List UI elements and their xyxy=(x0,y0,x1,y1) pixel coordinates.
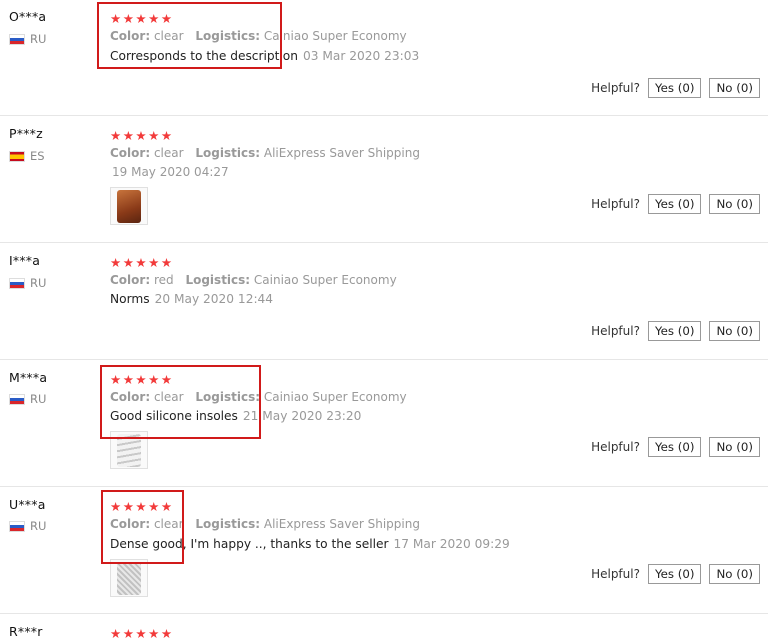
review-user-name: R***r xyxy=(9,624,43,639)
review-photo-image xyxy=(117,562,141,595)
review-body: Corresponds to the description xyxy=(110,49,298,63)
flag-ru-icon xyxy=(9,33,25,45)
review-date: 21 May 2020 23:20 xyxy=(242,409,362,423)
color-value: clear xyxy=(153,517,184,531)
review-body: Dense good, I'm happy .., thanks to the … xyxy=(110,537,389,551)
helpful-label: Helpful? xyxy=(591,197,640,211)
review-meta: Color: clear Logistics: Cainiao Super Ec… xyxy=(110,29,415,43)
helpful-no-button[interactable]: No (0) xyxy=(709,437,760,457)
color-label: Color: xyxy=(110,29,151,43)
star-rating: ★★★★★ xyxy=(110,11,174,26)
helpful-controls: Helpful? Yes (0) No (0) xyxy=(591,321,760,341)
review-date: 03 Mar 2020 23:03 xyxy=(302,49,420,63)
review-country: ES xyxy=(9,149,45,163)
color-value: red xyxy=(153,273,174,287)
review-meta: Color: clear Logistics: AliExpress Saver… xyxy=(110,146,428,160)
star-rating: ★★★★★ xyxy=(110,255,174,270)
review-user-name: M***a xyxy=(9,370,48,385)
review-meta: Color: clear Logistics: Cainiao Super Ec… xyxy=(110,390,415,404)
review-user-name: O***a xyxy=(9,9,47,24)
review-text: Norms 20 May 2020 12:44 xyxy=(110,292,273,306)
helpful-controls: Helpful? Yes (0) No (0) xyxy=(591,78,760,98)
review-meta: Color: clear Logistics: AliExpress Saver… xyxy=(110,517,428,531)
helpful-yes-button[interactable]: Yes (0) xyxy=(647,321,702,341)
star-rating: ★★★★★ xyxy=(110,499,174,514)
flag-ru-icon xyxy=(9,520,25,532)
star-rating: ★★★★★ xyxy=(110,626,174,641)
review-text: Corresponds to the description 03 Mar 202… xyxy=(110,49,419,63)
review-date: 17 Mar 2020 09:29 xyxy=(393,537,510,551)
logistics-value: AliExpress Saver Shipping xyxy=(263,146,420,160)
review-country: RU xyxy=(9,32,46,46)
star-rating: ★★★★★ xyxy=(110,128,174,143)
review-body: Norms xyxy=(110,292,150,306)
color-label: Color: xyxy=(110,146,151,160)
divider xyxy=(0,613,768,614)
review-date: 20 May 2020 12:44 xyxy=(154,292,274,306)
review-country: RU xyxy=(9,519,46,533)
review-photo-image xyxy=(117,434,141,467)
country-code: RU xyxy=(30,392,47,406)
color-value: clear xyxy=(153,29,184,43)
helpful-yes-button[interactable]: Yes (0) xyxy=(647,437,702,457)
divider xyxy=(0,242,768,243)
logistics-label: Logistics: xyxy=(195,390,261,404)
helpful-controls: Helpful? Yes (0) No (0) xyxy=(591,194,760,214)
divider xyxy=(0,115,768,116)
flag-es-icon xyxy=(9,150,25,162)
review-body: Good silicone insoles xyxy=(110,409,238,423)
color-value: clear xyxy=(153,146,184,160)
color-label: Color: xyxy=(110,390,151,404)
helpful-label: Helpful? xyxy=(591,324,640,338)
helpful-no-button[interactable]: No (0) xyxy=(709,564,760,584)
country-code: RU xyxy=(30,519,47,533)
color-value: clear xyxy=(153,390,184,404)
review-date: 19 May 2020 04:27 xyxy=(112,165,229,179)
review-meta: Color: red Logistics: Cainiao Super Econ… xyxy=(110,273,405,287)
review-photo-thumbnail[interactable] xyxy=(110,187,148,225)
helpful-label: Helpful? xyxy=(591,567,640,581)
review-text: Good silicone insoles 21 May 2020 23:20 xyxy=(110,409,361,423)
logistics-label: Logistics: xyxy=(185,273,251,287)
review-photo-thumbnail[interactable] xyxy=(110,559,148,597)
review-user-name: U***a xyxy=(9,497,46,512)
helpful-no-button[interactable]: No (0) xyxy=(709,78,760,98)
logistics-label: Logistics: xyxy=(195,146,261,160)
color-label: Color: xyxy=(110,517,151,531)
country-code: RU xyxy=(30,276,47,290)
helpful-controls: Helpful? Yes (0) No (0) xyxy=(591,564,760,584)
review-user-name: I***a xyxy=(9,253,41,268)
helpful-yes-button[interactable]: Yes (0) xyxy=(647,194,702,214)
helpful-yes-button[interactable]: Yes (0) xyxy=(647,78,702,98)
logistics-label: Logistics: xyxy=(195,29,261,43)
logistics-value: Cainiao Super Economy xyxy=(263,29,407,43)
logistics-value: Cainiao Super Economy xyxy=(253,273,397,287)
helpful-yes-button[interactable]: Yes (0) xyxy=(647,564,702,584)
helpful-no-button[interactable]: No (0) xyxy=(709,194,760,214)
country-code: RU xyxy=(30,32,47,46)
helpful-label: Helpful? xyxy=(591,81,640,95)
divider xyxy=(0,359,768,360)
review-text: Dense good, I'm happy .., thanks to the … xyxy=(110,537,510,551)
flag-ru-icon xyxy=(9,393,25,405)
review-country: RU xyxy=(9,276,46,290)
helpful-controls: Helpful? Yes (0) No (0) xyxy=(591,437,760,457)
logistics-value: AliExpress Saver Shipping xyxy=(263,517,420,531)
review-user-name: P***z xyxy=(9,126,43,141)
helpful-no-button[interactable]: No (0) xyxy=(709,321,760,341)
helpful-label: Helpful? xyxy=(591,440,640,454)
color-label: Color: xyxy=(110,273,151,287)
review-country: RU xyxy=(9,392,46,406)
flag-ru-icon xyxy=(9,277,25,289)
logistics-label: Logistics: xyxy=(195,517,261,531)
country-code: ES xyxy=(30,149,45,163)
star-rating: ★★★★★ xyxy=(110,372,174,387)
logistics-value: Cainiao Super Economy xyxy=(263,390,407,404)
review-photo-thumbnail[interactable] xyxy=(110,431,148,469)
divider xyxy=(0,486,768,487)
review-photo-image xyxy=(117,190,141,223)
